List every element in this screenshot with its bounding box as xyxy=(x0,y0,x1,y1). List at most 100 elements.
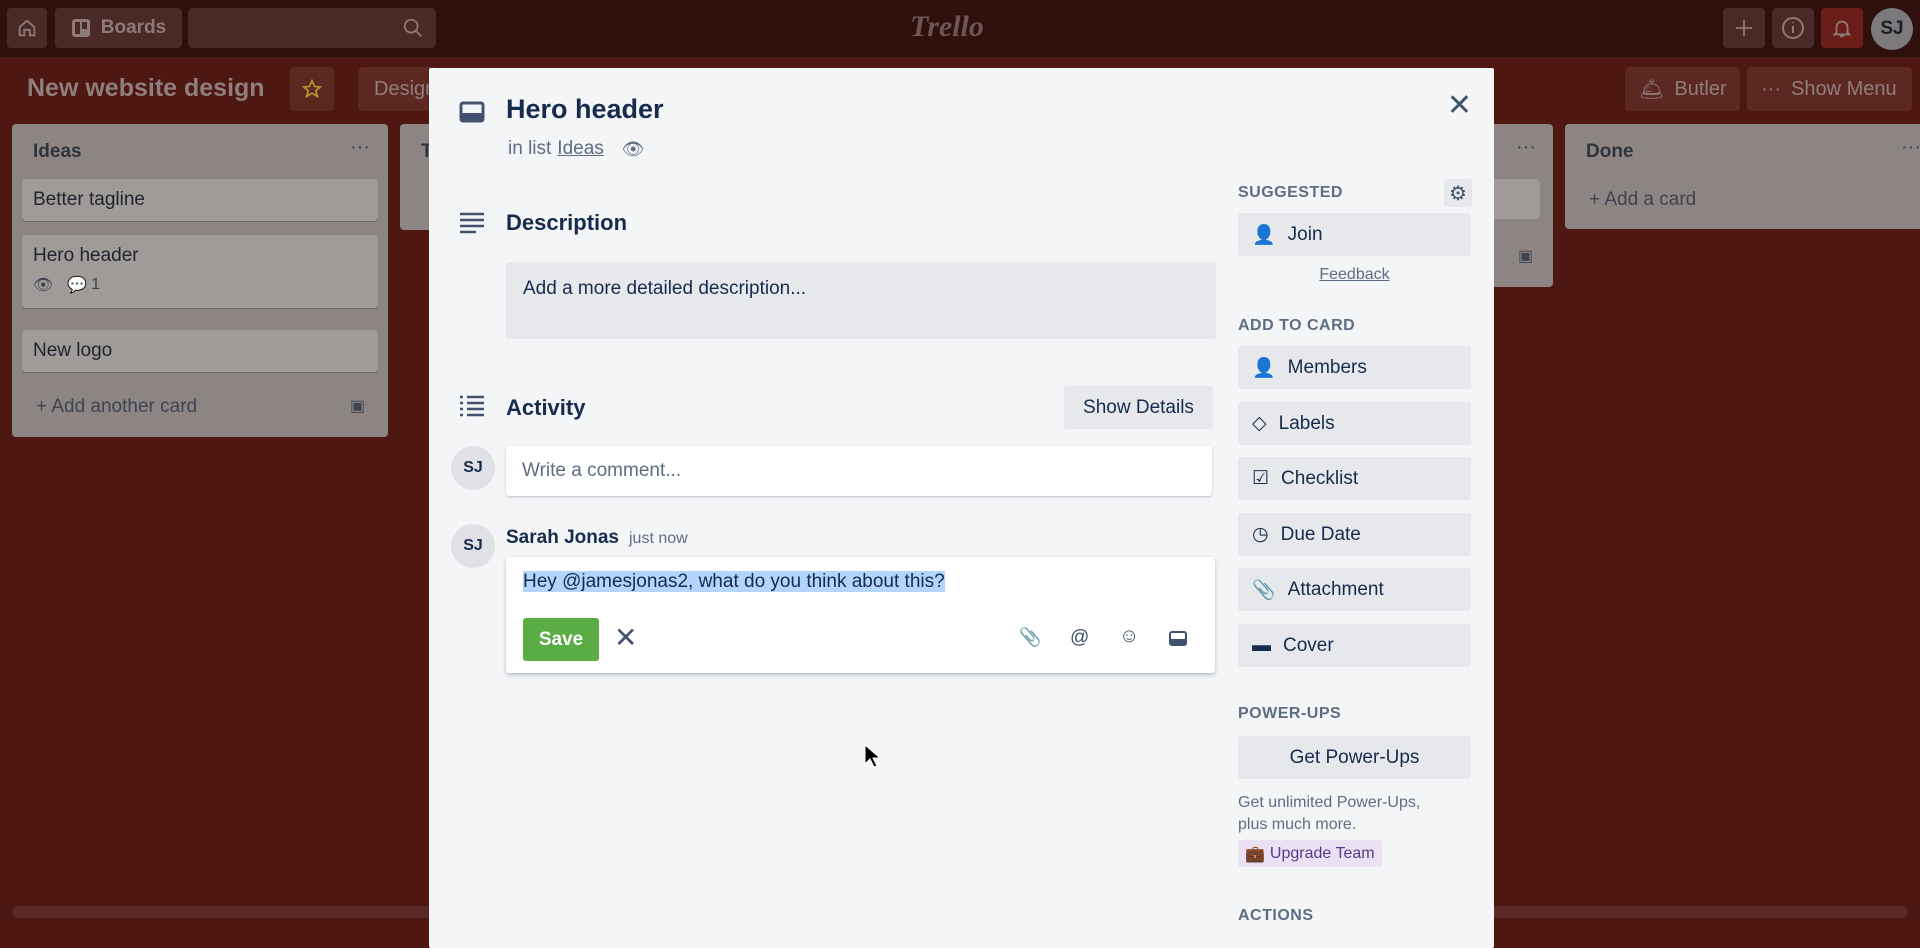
comment-header: Sarah Jonas just now xyxy=(506,527,688,549)
mention-icon[interactable]: @ xyxy=(1070,627,1089,649)
tag-icon: ◇ xyxy=(1252,413,1267,434)
activity-title: Activity xyxy=(506,395,586,420)
card-title[interactable]: Hero header xyxy=(506,94,664,125)
board-tab-label: Design xyxy=(374,77,437,100)
template-icon[interactable]: ▣ xyxy=(1518,246,1533,266)
card-better-tagline[interactable]: Better tagline xyxy=(22,179,378,221)
list-done: Done + Add a card ··· xyxy=(1565,124,1920,229)
close-icon[interactable]: ✕ xyxy=(1447,88,1472,123)
checkbox-icon: ☑ xyxy=(1252,468,1270,489)
in-list-label: in list xyxy=(508,138,552,159)
search-icon xyxy=(403,18,422,37)
boards-label: Boards xyxy=(100,17,167,38)
more-icon: ··· xyxy=(1761,77,1781,100)
add-card-button[interactable]: + Add another card xyxy=(36,396,197,418)
add-card-button[interactable]: + Add a card xyxy=(1589,189,1696,211)
list-link[interactable]: Ideas xyxy=(557,138,603,160)
list-menu-icon[interactable]: ··· xyxy=(350,136,370,159)
members-label: Members xyxy=(1287,356,1367,378)
emoji-icon[interactable]: ☺ xyxy=(1119,625,1139,648)
cover-button[interactable]: ▬ Cover xyxy=(1238,624,1471,667)
members-button[interactable]: 👤 Members xyxy=(1238,346,1471,389)
list-title[interactable]: Done xyxy=(1586,141,1634,163)
comment-input[interactable]: Write a comment... xyxy=(506,446,1212,496)
comment-icon: 💬 xyxy=(67,277,88,294)
boards-button[interactable]: Boards xyxy=(55,8,182,48)
card-hero-header[interactable]: Hero header 👁 💬 1 xyxy=(22,235,378,308)
attachment-button[interactable]: 📎 Attachment xyxy=(1238,568,1471,611)
author-avatar[interactable]: SJ xyxy=(451,524,495,568)
due-date-label: Due Date xyxy=(1280,523,1361,545)
create-button[interactable] xyxy=(1723,8,1765,48)
comment-editor[interactable]: Hey @jamesjonas2, what do you think abou… xyxy=(506,557,1215,673)
show-menu-label: Show Menu xyxy=(1790,77,1897,100)
due-date-button[interactable]: ◷ Due Date xyxy=(1238,513,1471,556)
actions-heading: ACTIONS xyxy=(1238,907,1314,924)
add-to-card-heading: ADD TO CARD xyxy=(1238,317,1356,334)
card-icon[interactable] xyxy=(1169,631,1187,646)
search-input[interactable] xyxy=(188,8,436,48)
board-title[interactable]: New website design xyxy=(27,74,265,103)
info-button[interactable] xyxy=(1772,8,1814,48)
power-ups-heading: POWER-UPS xyxy=(1238,705,1342,722)
cover-icon: ▬ xyxy=(1252,634,1271,656)
star-button[interactable] xyxy=(290,67,334,111)
comment-text[interactable]: Hey @jamesjonas2, what do you think abou… xyxy=(523,571,945,592)
board-icon xyxy=(71,19,90,37)
template-icon[interactable]: ▣ xyxy=(350,396,365,416)
get-power-ups-button[interactable]: Get Power-Ups xyxy=(1238,736,1471,779)
bell-service-icon: 🛎 xyxy=(1639,78,1665,101)
bell-icon xyxy=(1832,20,1852,38)
clock-icon: ◷ xyxy=(1252,524,1269,545)
home-button[interactable] xyxy=(7,8,47,48)
card-icon xyxy=(459,101,485,123)
labels-button[interactable]: ◇ Labels xyxy=(1238,402,1471,445)
upgrade-team-button[interactable]: 💼 Upgrade Team xyxy=(1238,840,1382,867)
list-menu-icon[interactable]: ··· xyxy=(1901,136,1920,159)
checklist-button[interactable]: ☑ Checklist xyxy=(1238,457,1471,500)
labels-label: Labels xyxy=(1278,412,1335,434)
comment-avatar[interactable]: SJ xyxy=(451,446,495,490)
card-detail-modal: Hero header in list Ideas 👁 ✕ Description … xyxy=(429,68,1494,948)
description-input[interactable]: Add a more detailed description... xyxy=(506,262,1216,339)
attachment-icon[interactable]: 📎 xyxy=(1019,627,1041,648)
show-details-button[interactable]: Show Details xyxy=(1064,386,1213,429)
person-icon: 👤 xyxy=(1252,224,1276,246)
add-card-label: Add a card xyxy=(1604,189,1697,210)
briefcase-icon: 💼 xyxy=(1245,845,1265,863)
card-title: Hero header xyxy=(33,245,139,266)
gear-icon[interactable]: ⚙ xyxy=(1444,179,1472,207)
butler-button[interactable]: 🛎 Butler xyxy=(1625,67,1740,111)
trello-logo[interactable]: Trello xyxy=(910,10,984,44)
info-icon xyxy=(1782,17,1804,39)
comment-time[interactable]: just now xyxy=(629,530,688,548)
plus-icon xyxy=(1735,19,1753,37)
card-new-logo[interactable]: New logo xyxy=(22,330,378,372)
add-card-label: Add another card xyxy=(51,396,198,417)
join-button[interactable]: 👤 Join xyxy=(1238,213,1471,256)
mouse-cursor-icon xyxy=(864,744,880,768)
feedback-link[interactable]: Feedback xyxy=(1238,266,1471,284)
save-button[interactable]: Save xyxy=(523,618,599,661)
show-menu-button[interactable]: ··· Show Menu xyxy=(1747,67,1912,111)
power-ups-desc-line: plus much more. xyxy=(1238,816,1357,833)
paperclip-icon: 📎 xyxy=(1252,579,1276,601)
upgrade-label: Upgrade Team xyxy=(1269,844,1375,862)
board-tab[interactable]: Design xyxy=(358,67,438,111)
watch-icon[interactable]: 👁 xyxy=(622,139,645,160)
description-icon xyxy=(460,212,484,234)
notifications-button[interactable] xyxy=(1821,8,1863,48)
star-icon xyxy=(302,79,322,99)
comment-author[interactable]: Sarah Jonas xyxy=(506,527,619,549)
power-ups-desc-line: Get unlimited Power-Ups, xyxy=(1238,794,1421,811)
list-title[interactable]: Ideas xyxy=(33,141,82,163)
cancel-icon[interactable]: ✕ xyxy=(614,621,637,654)
list-menu-icon[interactable]: ··· xyxy=(1516,136,1536,159)
home-icon xyxy=(18,19,36,37)
attachment-label: Attachment xyxy=(1287,578,1384,600)
checklist-label: Checklist xyxy=(1281,467,1359,489)
watch-icon: 👁 xyxy=(33,277,54,294)
activity-icon xyxy=(460,395,484,417)
user-avatar[interactable]: SJ xyxy=(1871,8,1913,50)
suggested-heading: SUGGESTED xyxy=(1238,184,1343,201)
